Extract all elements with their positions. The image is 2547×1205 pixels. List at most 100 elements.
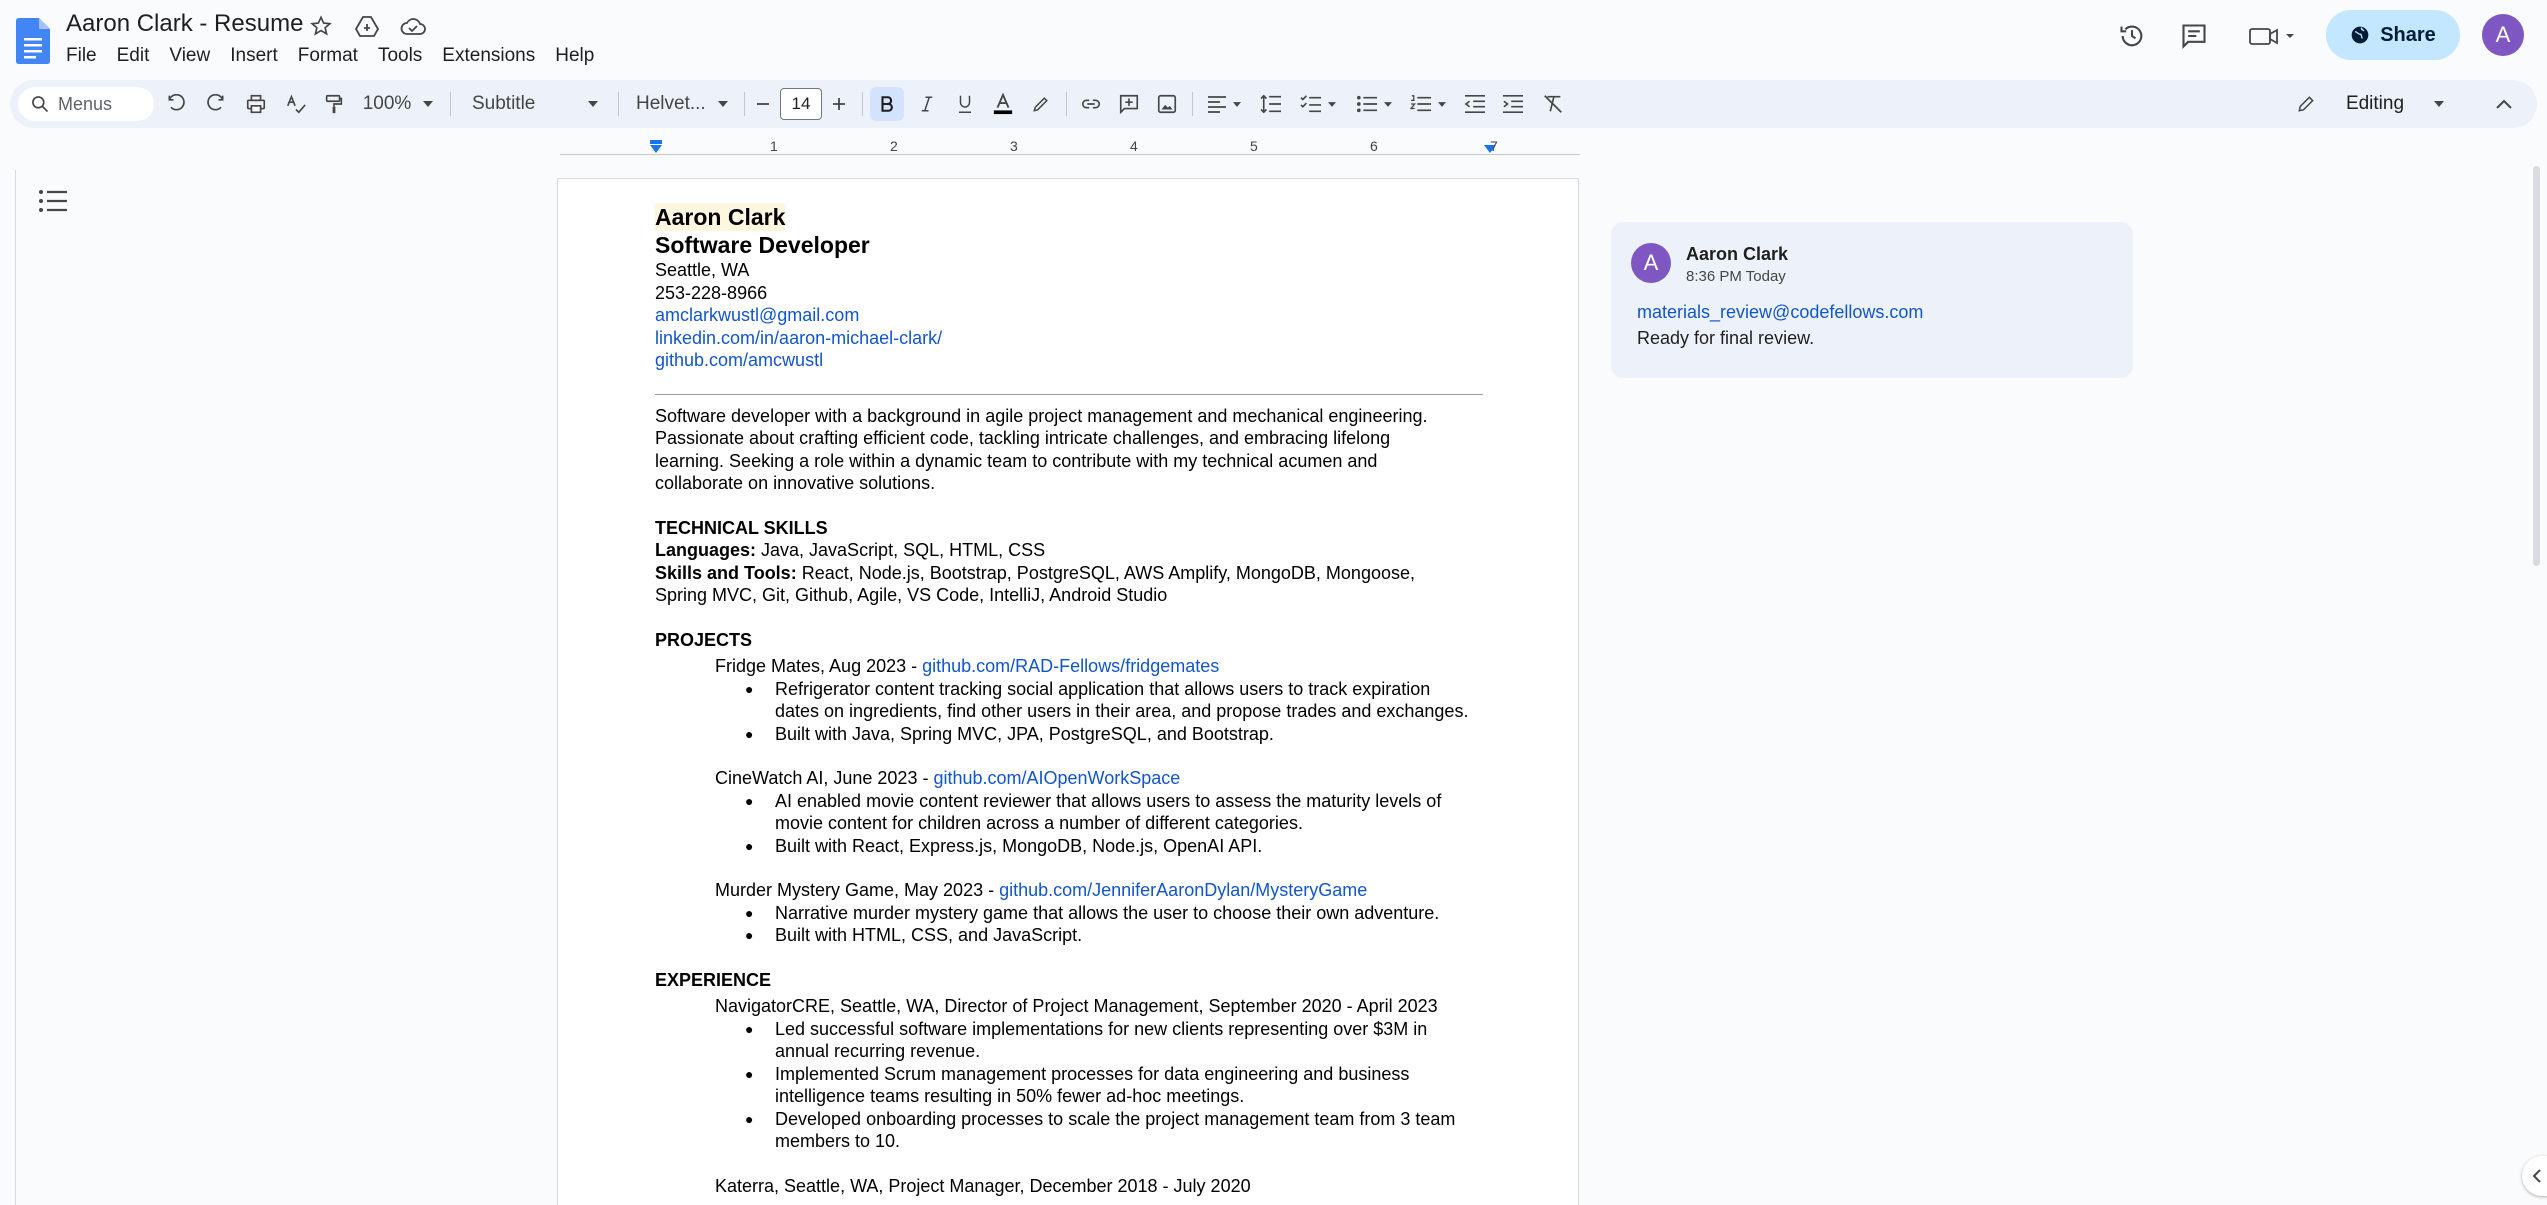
share-button[interactable]: Share [2326, 10, 2460, 60]
comment-card[interactable]: A Aaron Clark 8:36 PM Today materials_re… [1611, 222, 2133, 378]
comments-icon[interactable] [2174, 16, 2214, 56]
menu-format[interactable]: Format [288, 42, 368, 70]
font-size-input[interactable]: 14 [780, 88, 822, 120]
line-spacing-icon[interactable] [1254, 80, 1288, 128]
decrease-font-size-icon[interactable] [748, 80, 778, 128]
list-item: Narrative murder mystery game that allow… [715, 902, 1495, 925]
paragraph-style-select[interactable]: Subtitle [460, 80, 610, 128]
resume-name: Aaron Clark [655, 203, 786, 231]
bullet-text: members to 10. [775, 1131, 901, 1151]
undo-icon[interactable] [158, 80, 194, 128]
bullet-text: Developed onboarding processes to scale … [775, 1108, 1456, 1129]
summary-line: Passionate about crafting efficient code… [655, 428, 1391, 448]
menu-edit[interactable]: Edit [107, 42, 160, 70]
menu-file[interactable]: File [56, 42, 107, 70]
spellcheck-icon[interactable] [278, 80, 314, 128]
menu-tools[interactable]: Tools [368, 42, 432, 70]
share-label: Share [2380, 23, 2436, 46]
chevron-down-icon [423, 101, 434, 107]
document-outline-icon[interactable] [38, 188, 68, 214]
clear-formatting-icon[interactable] [1536, 80, 1570, 128]
bold-icon[interactable] [870, 87, 904, 121]
numbered-list-select[interactable] [1404, 80, 1452, 128]
editing-mode-select[interactable]: Editing [2282, 80, 2458, 128]
left-indent-marker-icon[interactable] [648, 140, 664, 154]
checklist-icon [1300, 95, 1321, 113]
vertical-ruler[interactable] [6, 170, 16, 1205]
bullet-text: AI enabled movie content reviewer that a… [775, 790, 1442, 811]
document-body[interactable]: Aaron Clark Software Developer Seattle, … [655, 203, 1495, 1197]
list-item: Developed onboarding processes to scale … [715, 1108, 1495, 1153]
bulleted-list-select[interactable] [1350, 80, 1398, 128]
zoom-select[interactable]: 100% [354, 80, 442, 128]
font-select[interactable]: Helvet... [626, 80, 738, 128]
email-link[interactable]: amclarkwustl@gmail.com [655, 304, 1495, 327]
project-heading: CineWatch AI, June 2023 - github.com/AIO… [715, 767, 1495, 790]
document-title[interactable]: Aaron Clark - Resume [66, 10, 303, 38]
numbered-list-icon [1410, 95, 1431, 112]
insert-link-icon[interactable] [1074, 80, 1108, 128]
bullet-text: intelligence teams resulting in 50% fewe… [775, 1086, 1245, 1106]
version-history-icon[interactable] [2112, 16, 2152, 56]
project-title: Murder Mystery Game, May 2023 - [715, 880, 1000, 900]
horizontal-ruler[interactable]: 1 2 3 4 5 6 7 [560, 138, 1580, 160]
chevron-down-icon [718, 101, 728, 107]
increase-font-size-icon[interactable] [824, 80, 854, 128]
editing-mode-value: Editing [2345, 93, 2405, 114]
italic-icon[interactable] [910, 80, 944, 128]
scrollbar-thumb[interactable] [2533, 166, 2540, 566]
insert-image-icon[interactable] [1150, 80, 1184, 128]
docs-logo-icon[interactable] [16, 18, 50, 64]
toolbar-divider [1192, 92, 1193, 116]
vertical-scrollbar[interactable] [2530, 162, 2542, 566]
linkedin-link[interactable]: linkedin.com/in/aaron-michael-clark/ [655, 327, 1495, 350]
menu-help[interactable]: Help [545, 42, 604, 70]
menus-search-placeholder: Menus [58, 93, 113, 114]
list-item: Implemented Scrum management processes f… [715, 1063, 1495, 1108]
paint-format-icon[interactable] [316, 80, 352, 128]
summary-line: learning. Seeking a role within a dynami… [655, 450, 1378, 471]
increase-indent-icon[interactable] [1496, 80, 1530, 128]
account-avatar[interactable]: A [2482, 14, 2524, 56]
chevron-down-icon [1233, 101, 1241, 107]
side-panel-toggle[interactable] [2522, 1156, 2547, 1196]
menu-insert[interactable]: Insert [220, 42, 288, 70]
bullet-text: dates on ingredients, find other users i… [775, 701, 1469, 721]
hide-menus-icon[interactable] [2484, 80, 2524, 128]
project-title: CineWatch AI, June 2023 - [715, 768, 934, 788]
menu-view[interactable]: View [159, 42, 220, 70]
menu-extensions[interactable]: Extensions [432, 42, 545, 70]
meet-icon[interactable] [2244, 16, 2304, 56]
move-to-drive-icon[interactable] [352, 12, 382, 40]
print-icon[interactable] [238, 80, 274, 128]
toolbar-divider [862, 92, 863, 116]
github-link[interactable]: github.com/amcwustl [655, 349, 1495, 372]
project-link[interactable]: github.com/AIOpenWorkSpace [933, 768, 1180, 788]
project-link[interactable]: github.com/RAD-Fellows/fridgemates [922, 656, 1219, 676]
document-page[interactable]: Aaron Clark Software Developer Seattle, … [557, 178, 1579, 1205]
font-value: Helvet... [636, 93, 706, 114]
zoom-value: 100% [362, 93, 412, 114]
bullet-text: Implemented Scrum management processes f… [775, 1063, 1410, 1084]
menus-search[interactable]: Menus [18, 87, 154, 121]
paragraph-style-value: Subtitle [472, 93, 536, 114]
project-link[interactable]: github.com/JenniferAaronDylan/MysteryGam… [999, 880, 1367, 900]
summary-line: collaborate on innovative solutions. [655, 473, 936, 493]
toolbar-divider [450, 92, 451, 116]
add-comment-icon[interactable] [1112, 80, 1146, 128]
globe-icon [2351, 26, 2369, 44]
comment-mention-link[interactable]: materials_review@codefellows.com [1637, 302, 1923, 323]
text-color-icon[interactable] [986, 80, 1020, 128]
title-bar: Aaron Clark - Resume File Edit View Inse… [0, 0, 2547, 76]
ruler-number: 4 [1130, 138, 1138, 154]
highlight-color-icon[interactable] [1024, 80, 1058, 128]
redo-icon[interactable] [198, 80, 234, 128]
ruler-baseline [560, 154, 1580, 155]
cloud-status-icon[interactable] [398, 12, 428, 40]
decrease-indent-icon[interactable] [1458, 80, 1492, 128]
tools-line: Skills and Tools: React, Node.js, Bootst… [655, 562, 1495, 585]
align-select[interactable] [1200, 80, 1248, 128]
checklist-select[interactable] [1294, 80, 1342, 128]
star-icon[interactable] [306, 12, 336, 40]
underline-icon[interactable] [948, 80, 982, 128]
